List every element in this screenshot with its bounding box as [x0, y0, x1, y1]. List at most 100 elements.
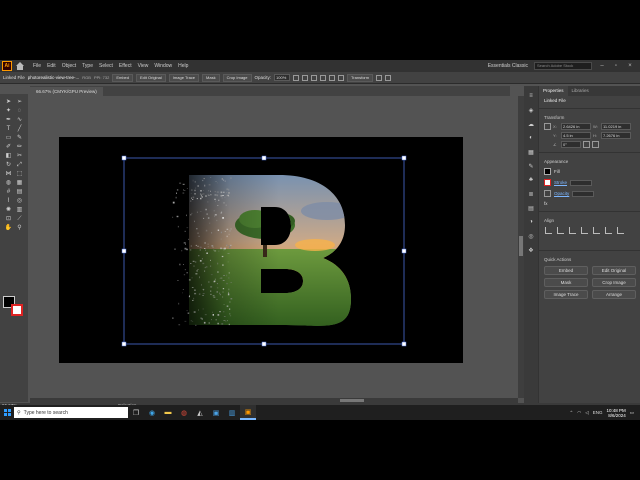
resize-handle[interactable]	[401, 248, 407, 254]
properties-panel-icon[interactable]: ≡	[526, 92, 536, 100]
workspace-switcher[interactable]: Essentials Classic	[488, 63, 528, 69]
transparency-panel-icon[interactable]: ◑	[526, 218, 536, 226]
selection-tool-icon[interactable]: ➤	[4, 98, 13, 106]
stroke-color-swatch[interactable]	[11, 304, 23, 316]
system-clock[interactable]: 10:48 PM 8/6/2024	[606, 408, 625, 418]
rotate-tool-icon[interactable]: ↻	[4, 161, 13, 169]
libraries-panel-icon[interactable]: ☁	[526, 120, 536, 128]
mesh-tool-icon[interactable]: #	[4, 188, 13, 196]
edge-icon[interactable]: ◉	[144, 405, 160, 420]
tab-properties[interactable]: Properties	[539, 86, 568, 96]
close-icon[interactable]: ×	[626, 63, 634, 69]
magic-wand-icon[interactable]: ✦	[4, 107, 13, 115]
symbols-panel-icon[interactable]: ♣	[526, 176, 536, 184]
perspective-grid-icon[interactable]: ▦	[15, 179, 24, 187]
align-bottom-icon[interactable]	[338, 74, 345, 81]
tab-libraries[interactable]: Libraries	[568, 86, 593, 96]
resize-handle[interactable]	[261, 155, 267, 161]
width-tool-icon[interactable]: ⋈	[4, 170, 13, 178]
eyedropper-tool-icon[interactable]: ⌇	[4, 197, 13, 205]
rectangle-tool-icon[interactable]: ▭	[4, 134, 13, 142]
graph-tool-icon[interactable]: ▥	[15, 206, 24, 214]
menu-object[interactable]: Object	[59, 63, 79, 69]
stroke-panel-icon[interactable]: ≣	[526, 190, 536, 198]
pencil-tool-icon[interactable]: ✏	[15, 143, 24, 151]
align-left-edges-icon[interactable]	[545, 227, 552, 234]
stroke-weight-field[interactable]	[570, 179, 593, 186]
stroke-swatch[interactable]	[544, 179, 551, 186]
quick-embed-button[interactable]: Embed	[544, 266, 588, 275]
tray-overflow-icon[interactable]: ⌃	[570, 410, 574, 416]
edit-original-button[interactable]: Edit Original	[136, 73, 166, 82]
quick-mask-button[interactable]: Mask	[544, 278, 588, 287]
appearance-panel-icon[interactable]: ◎	[526, 232, 536, 240]
align-vertical-centers-icon[interactable]	[593, 227, 600, 234]
flip-vertical-icon[interactable]	[592, 141, 599, 148]
color-panel-icon[interactable]: ◐	[526, 134, 536, 142]
quick-crop-image-button[interactable]: Crop Image	[592, 278, 636, 287]
resize-handle[interactable]	[121, 248, 127, 254]
more-align-icon[interactable]	[617, 227, 624, 234]
blend-tool-icon[interactable]: ◎	[15, 197, 24, 205]
crop-image-button[interactable]: Crop Image	[222, 73, 252, 82]
align-middle-icon[interactable]	[329, 74, 336, 81]
align-right-icon[interactable]	[311, 74, 318, 81]
menu-file[interactable]: File	[30, 63, 44, 69]
image-trace-button[interactable]: Image Trace	[168, 73, 200, 82]
quick-arrange-button[interactable]: Arrange	[592, 290, 636, 299]
mask-button[interactable]: Mask	[202, 73, 220, 82]
rotate-field[interactable]: 0°	[561, 141, 581, 148]
document-tab[interactable]: 66.67% (CMYK/GPU Preview)	[30, 87, 103, 96]
scissors-tool-icon[interactable]: ✂	[15, 152, 24, 160]
menu-effect[interactable]: Effect	[116, 63, 135, 69]
transform-button[interactable]: Transform	[347, 73, 374, 82]
scale-tool-icon[interactable]: ⤢	[15, 161, 24, 169]
menu-help[interactable]: Help	[175, 63, 191, 69]
menu-view[interactable]: View	[135, 63, 152, 69]
gradient-panel-icon[interactable]: ▤	[526, 204, 536, 212]
task-view-icon[interactable]: ❐	[128, 405, 144, 420]
resize-handle[interactable]	[121, 341, 127, 347]
align-center-icon[interactable]	[302, 74, 309, 81]
app-icon[interactable]: ▥	[224, 405, 240, 420]
opacity-link[interactable]: Opacity	[554, 191, 569, 196]
swatches-panel-icon[interactable]: ▦	[526, 148, 536, 156]
resize-handle[interactable]	[401, 341, 407, 347]
align-bottom-edges-icon[interactable]	[605, 227, 612, 234]
quick-edit-original-button[interactable]: Edit Original	[592, 266, 636, 275]
notification-icon[interactable]: ▭	[630, 410, 634, 416]
illustrator-taskbar-icon[interactable]: ▣	[240, 405, 256, 420]
layers-panel-icon[interactable]: ◈	[526, 106, 536, 114]
shaper-tool-icon[interactable]: ✐	[4, 143, 13, 151]
horizontal-scroll-thumb[interactable]	[340, 399, 364, 402]
photos-icon[interactable]: ◭	[192, 405, 208, 420]
brushes-panel-icon[interactable]: ✎	[526, 162, 536, 170]
chrome-icon[interactable]: ◍	[176, 405, 192, 420]
shape-builder-icon[interactable]: ◍	[4, 179, 13, 187]
align-top-icon[interactable]	[320, 74, 327, 81]
home-icon[interactable]	[16, 62, 24, 70]
curvature-tool-icon[interactable]: ∿	[15, 116, 24, 124]
free-transform-icon[interactable]: ⬚	[15, 170, 24, 178]
linked-filename[interactable]: photorealistic-view-tree-...	[28, 75, 80, 80]
quick-image-trace-button[interactable]: Image Trace	[544, 290, 588, 299]
menu-select[interactable]: Select	[96, 63, 116, 69]
taskbar-search[interactable]: ⚲ Type here to search	[14, 407, 128, 418]
lasso-tool-icon[interactable]: ◌	[15, 107, 24, 115]
menu-type[interactable]: Type	[79, 63, 96, 69]
vertical-scroll-thumb[interactable]	[519, 236, 523, 256]
align-horizontal-centers-icon[interactable]	[557, 227, 564, 234]
canvas-area[interactable]	[30, 96, 518, 398]
stroke-link[interactable]: Stroke	[554, 180, 567, 185]
fill-swatch[interactable]	[544, 168, 551, 175]
align-right-edges-icon[interactable]	[569, 227, 576, 234]
maximize-icon[interactable]: ▫	[612, 63, 620, 69]
menu-window[interactable]: Window	[151, 63, 175, 69]
resize-handle[interactable]	[261, 341, 267, 347]
gradient-tool-icon[interactable]: ▤	[15, 188, 24, 196]
width-field[interactable]: 11.0219 in	[601, 123, 631, 130]
opacity-field[interactable]	[572, 190, 595, 197]
graphic-styles-panel-icon[interactable]: ❖	[526, 246, 536, 254]
symbol-sprayer-icon[interactable]: ✺	[4, 206, 13, 214]
align-top-edges-icon[interactable]	[581, 227, 588, 234]
